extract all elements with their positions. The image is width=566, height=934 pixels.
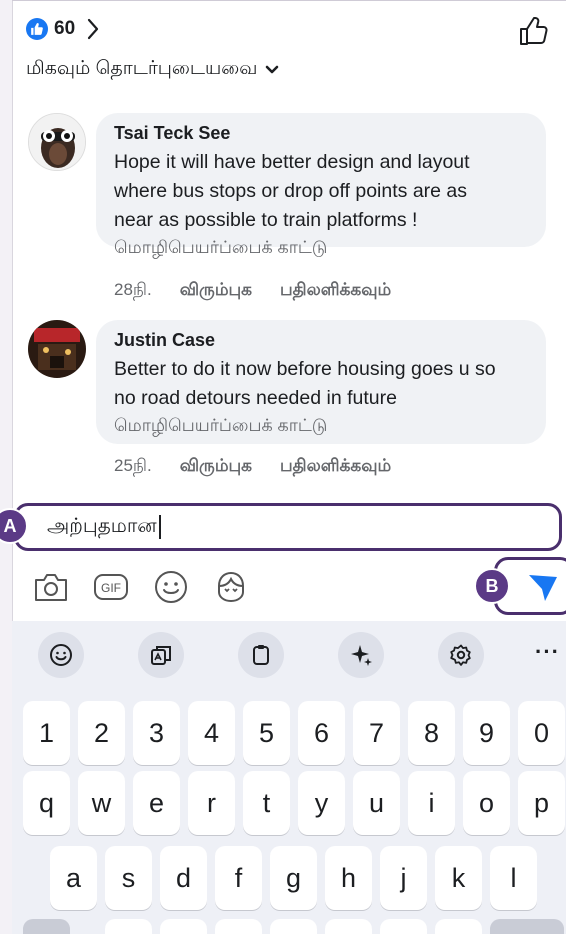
reply-button[interactable]: பதிலளிக்கவும் [280,456,391,478]
gif-icon[interactable]: GIF [92,568,130,606]
emoji-icon[interactable] [38,632,84,678]
comment-actions: 28நி. விரும்புக பதிலளிக்கவும் [114,280,391,302]
key[interactable]: s [105,846,152,910]
send-icon[interactable] [524,568,562,606]
key[interactable]: a [50,846,97,910]
text-cursor [158,515,161,539]
sticker-icon[interactable] [138,632,184,678]
key[interactable] [435,919,482,934]
emoji-icon[interactable] [152,568,190,606]
key[interactable]: 8 [408,701,455,765]
key[interactable]: i [408,771,455,835]
comment-author[interactable]: Justin Case [114,330,528,351]
comments-screen: 60 மிகவும் தொடர்புடையவை Tsai Teck See Ho… [0,0,566,934]
camera-icon[interactable] [32,568,70,606]
see-translation-link[interactable]: மொழிபெயர்ப்பைக் காட்டு [114,237,528,260]
key[interactable]: o [463,771,510,835]
comment-author[interactable]: Tsai Teck See [114,123,528,144]
settings-icon[interactable] [438,632,484,678]
more-icon[interactable]: ··· [535,639,560,665]
key[interactable]: p [518,771,565,835]
key[interactable]: h [325,846,372,910]
like-comment-button[interactable]: விரும்புக [180,456,252,478]
avatar[interactable] [28,113,86,171]
avatar[interactable] [28,320,86,378]
key[interactable]: r [188,771,235,835]
comment-input[interactable]: அற்புதமான [14,503,562,551]
see-translation-link[interactable]: மொழிபெயர்ப்பைக் காட்டு [114,415,528,438]
key[interactable]: g [270,846,317,910]
key[interactable]: t [243,771,290,835]
key[interactable]: y [298,771,345,835]
key[interactable]: l [490,846,537,910]
comment-line: where bus stops or drop off points are a… [114,180,468,202]
avatar-sticker-icon[interactable] [212,568,250,606]
key[interactable]: 0 [518,701,565,765]
comment-line: Hope it will have better design and layo… [114,151,470,173]
key[interactable]: 1 [23,701,70,765]
key[interactable] [380,919,427,934]
comment-bubble: Tsai Teck See Hope it will have better d… [96,113,546,257]
thumbs-up-icon [520,17,548,45]
soft-keyboard: ··· 1 2 3 4 5 6 7 8 9 0 q w e r t y u i … [12,621,566,934]
key[interactable]: d [160,846,207,910]
key[interactable]: 9 [463,701,510,765]
top-divider [12,0,566,1]
composer-toolbar: GIF [32,568,250,606]
sort-label: மிகவும் தொடர்புடையவை [26,58,258,79]
annotation-marker-b: B [474,568,510,604]
key[interactable]: k [435,846,482,910]
reply-button[interactable]: பதிலளிக்கவும் [280,280,391,302]
reaction-summary[interactable]: 60 [26,14,99,44]
sort-dropdown[interactable]: மிகவும் தொடர்புடையவை [26,58,279,82]
comment-text: Hope it will have better design and layo… [114,148,528,235]
key[interactable]: j [380,846,427,910]
comment-bubble: Justin Case Better to do it now before h… [96,320,546,444]
key[interactable] [105,919,152,934]
clipboard-icon[interactable] [238,632,284,678]
key[interactable] [215,919,262,934]
key[interactable]: w [78,771,125,835]
like-comment-button[interactable]: விரும்புக [180,280,252,302]
key[interactable]: 7 [353,701,400,765]
key[interactable] [160,919,207,934]
comment-input-value: அற்புதமான [47,514,157,537]
backspace-key[interactable] [490,919,564,934]
keyboard-toolbar: ··· [12,621,566,689]
key[interactable]: q [23,771,70,835]
key[interactable] [325,919,372,934]
reaction-count: 60 [54,18,76,39]
shift-key[interactable] [23,919,70,934]
key[interactable]: 6 [298,701,345,765]
like-post-button[interactable] [518,16,550,46]
comment-line: near as possible to train platforms ! [114,209,418,231]
svg-text:GIF: GIF [101,581,121,595]
chevron-right-icon [87,18,99,40]
key[interactable]: 4 [188,701,235,765]
key[interactable]: 2 [78,701,125,765]
key[interactable]: 5 [243,701,290,765]
comment-line: no road detours needed in future [114,387,397,409]
comment-time: 28நி. [114,280,152,299]
chevron-down-icon [265,65,279,75]
key[interactable]: 3 [133,701,180,765]
comment-line: Better to do it now before housing goes … [114,358,496,380]
key[interactable]: f [215,846,262,910]
key[interactable] [270,919,317,934]
key[interactable]: u [353,771,400,835]
comment-time: 25நி. [114,456,152,475]
comment-text: Better to do it now before housing goes … [114,355,528,413]
key[interactable]: e [133,771,180,835]
comment-actions: 25நி. விரும்புக பதிலளிக்கவும் [114,456,391,478]
like-reaction-icon [26,18,48,40]
sparkle-icon[interactable] [338,632,384,678]
